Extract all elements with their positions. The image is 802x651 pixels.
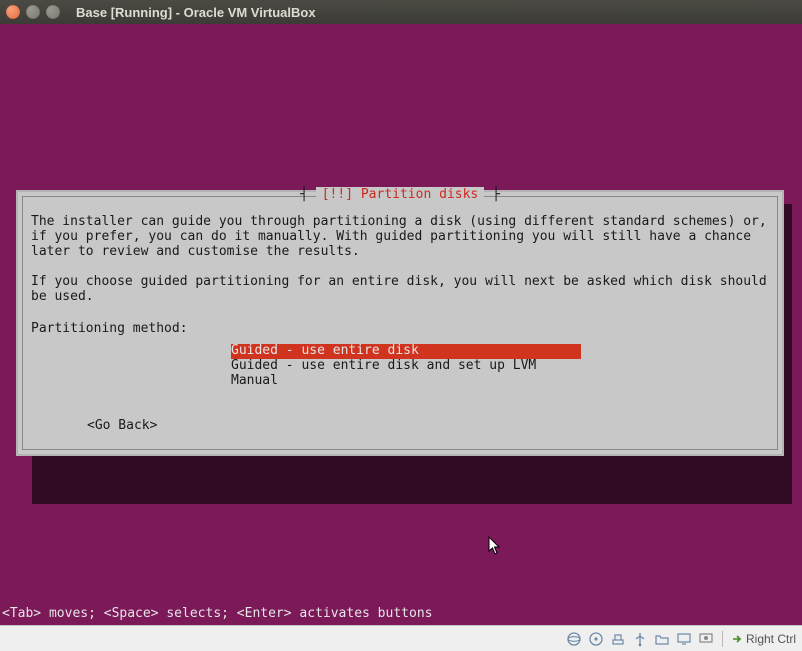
shared-folder-icon[interactable] [654,631,670,647]
minimize-icon[interactable] [26,5,40,19]
go-back-button[interactable]: <Go Back> [87,418,769,433]
option-manual[interactable]: Manual [231,374,769,389]
option-list: Guided - use entire disk Guided - use en… [31,344,769,389]
hostkey-arrow-icon [731,633,743,645]
option-guided-entire-disk[interactable]: Guided - use entire disk [231,344,581,359]
dialog-body-text: The installer can guide you through part… [31,215,769,305]
installer-dialog: ┤ [!!] Partition disks ├ The installer c… [16,190,784,456]
display-icon[interactable] [676,631,692,647]
dialog-title: [!!] Partition disks [316,187,485,202]
key-hint-bar: <Tab> moves; <Space> selects; <Enter> ac… [2,606,432,621]
cd-icon[interactable] [588,631,604,647]
host-key-label: Right Ctrl [746,632,796,646]
dialog-prompt: Partitioning method: [31,321,769,336]
window-title: Base [Running] - Oracle VM VirtualBox [76,5,316,20]
vm-screen[interactable]: ┤ [!!] Partition disks ├ The installer c… [0,24,802,625]
mouse-cursor-icon [488,536,502,556]
disk-icon[interactable] [566,631,582,647]
close-icon[interactable] [6,5,20,19]
host-key-indicator[interactable]: Right Ctrl [731,632,796,646]
capture-icon[interactable] [698,631,714,647]
maximize-icon[interactable] [46,5,60,19]
vm-status-bar: Right Ctrl [0,625,802,651]
status-separator [722,631,723,647]
net-icon[interactable] [610,631,626,647]
usb-icon[interactable] [632,631,648,647]
dialog-frame: ┤ [!!] Partition disks ├ The installer c… [22,196,778,450]
window-titlebar: Base [Running] - Oracle VM VirtualBox [0,0,802,24]
option-guided-lvm[interactable]: Guided - use entire disk and set up LVM [231,359,769,374]
